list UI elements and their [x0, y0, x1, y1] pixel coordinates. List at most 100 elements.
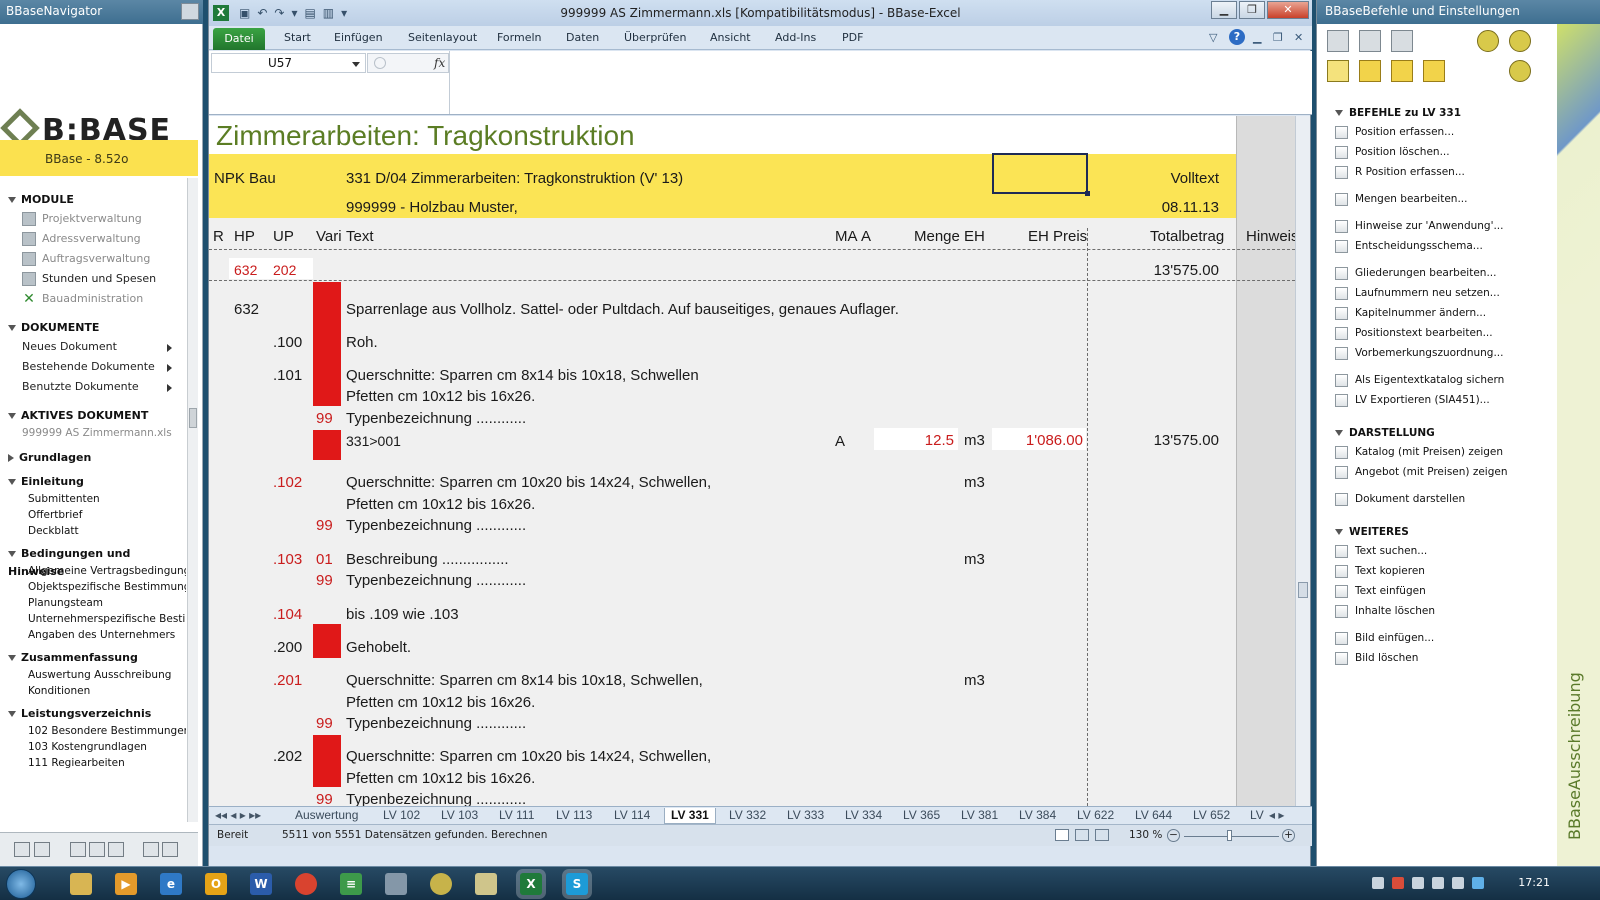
sheet-tab[interactable]: LV 622: [1077, 808, 1114, 824]
cmd-vorbemerkung[interactable]: Vorbemerkungszuordnung...: [1317, 343, 1557, 363]
tab-addins[interactable]: Add-Ins: [775, 31, 816, 44]
nav-item-adressverwaltung[interactable]: Adressverwaltung: [0, 229, 186, 249]
sheet-tab-auswertung[interactable]: Auswertung: [295, 808, 358, 824]
cmd-katalog-zeigen[interactable]: Katalog (mit Preisen) zeigen: [1317, 442, 1557, 462]
nav-item-stunden-spesen[interactable]: Stunden und Spesen: [0, 269, 186, 289]
tab-formeln[interactable]: Formeln: [497, 31, 542, 44]
section-grundlagen[interactable]: Grundlagen: [0, 449, 186, 467]
tab-pdf[interactable]: PDF: [842, 31, 863, 44]
cmd-dokument-darstellen[interactable]: Dokument darstellen: [1317, 489, 1557, 509]
start-button[interactable]: [6, 869, 36, 899]
nav-sub-item[interactable]: 111 Regiearbeiten: [0, 755, 186, 771]
sheet-tab[interactable]: LV 113: [556, 808, 592, 824]
print-icon[interactable]: [1359, 30, 1381, 52]
cmd-text-kopieren[interactable]: Text kopieren: [1317, 561, 1557, 581]
nav-item-neues-dokument[interactable]: Neues Dokument: [0, 337, 186, 357]
maximize-button[interactable]: ❐: [1239, 1, 1265, 19]
note-icon[interactable]: [1359, 60, 1381, 82]
skype-icon[interactable]: S: [566, 873, 588, 895]
minimize-button[interactable]: ▁: [1211, 1, 1237, 19]
page-layout-view-icon[interactable]: [1075, 829, 1089, 841]
section-aktives-dokument[interactable]: AKTIVES DOKUMENT: [0, 407, 186, 425]
cmd-bild-einfuegen[interactable]: Bild einfügen...: [1317, 628, 1557, 648]
section-bedingungen[interactable]: Bedingungen und Hinweise: [0, 545, 186, 578]
nav-sub-item[interactable]: Auswertung Ausschreibung: [0, 667, 186, 683]
navigator-close-button[interactable]: [181, 3, 199, 20]
sheet-tab[interactable]: LV 102: [383, 808, 420, 824]
zoom-slider-thumb[interactable]: [1227, 830, 1232, 841]
doc-close-icon[interactable]: ✕: [1294, 31, 1303, 44]
nav-sub-item[interactable]: Objektspezifische Bestimmung: [0, 579, 186, 595]
spreadsheet-area[interactable]: Zimmerarbeiten: Tragkonstruktion NPK Bau…: [209, 116, 1295, 806]
view-columns-icon[interactable]: [89, 842, 105, 857]
sheet-tab[interactable]: LV 381: [961, 808, 998, 824]
name-box[interactable]: U57: [211, 53, 366, 73]
section-dokumente[interactable]: DOKUMENTE: [0, 319, 186, 337]
tab-datei[interactable]: Datei: [213, 28, 265, 50]
nav-sub-item[interactable]: Planungsteam: [0, 595, 186, 611]
cmd-laufnummern[interactable]: Laufnummern neu setzen...: [1317, 283, 1557, 303]
word-icon[interactable]: W: [250, 873, 272, 895]
view-single-icon[interactable]: [108, 842, 124, 857]
app-icon[interactable]: [475, 873, 497, 895]
advanced-gear-icon[interactable]: [1509, 60, 1531, 82]
sheet-tab[interactable]: LV 114: [614, 808, 650, 824]
section-darstellung[interactable]: DARSTELLUNG: [1317, 424, 1557, 442]
section-einleitung[interactable]: Einleitung: [0, 473, 186, 491]
sheet-tab[interactable]: LV 103: [441, 808, 478, 824]
tab-einfuegen[interactable]: Einfügen: [334, 31, 383, 44]
tray-volume-icon[interactable]: [1452, 877, 1464, 889]
sheet-tab[interactable]: LV: [1250, 808, 1264, 824]
sheet-tab[interactable]: LV 333: [787, 808, 824, 824]
tools-icon[interactable]: [1327, 60, 1349, 82]
tray-flag-icon[interactable]: [1392, 877, 1404, 889]
section-befehle[interactable]: BEFEHLE zu LV 331: [1317, 104, 1557, 122]
view-list-icon[interactable]: [34, 842, 50, 857]
nav-sub-item[interactable]: Unternehmerspezifische Bestin: [0, 611, 186, 627]
close-button[interactable]: ✕: [1267, 1, 1309, 19]
zoom-in-icon[interactable]: +: [1282, 829, 1295, 842]
tab-daten[interactable]: Daten: [566, 31, 599, 44]
sheet-tab[interactable]: LV 365: [903, 808, 940, 824]
view-split-icon[interactable]: [70, 842, 86, 857]
tool-icon[interactable]: [143, 842, 159, 857]
view-grid-icon[interactable]: [14, 842, 30, 857]
cmd-eigentextkatalog[interactable]: Als Eigentextkatalog sichern: [1317, 370, 1557, 390]
tab-start[interactable]: Start: [284, 31, 311, 44]
tray-app-icon[interactable]: [1472, 877, 1484, 889]
cmd-kapitelnummer[interactable]: Kapitelnummer ändern...: [1317, 303, 1557, 323]
tray-device-icon[interactable]: [1412, 877, 1424, 889]
tab-scroll-icon[interactable]: ◂ ▸: [1269, 808, 1284, 824]
gear-app-icon[interactable]: [430, 873, 452, 895]
tray-network-icon[interactable]: [1432, 877, 1444, 889]
help-icon[interactable]: ?: [1229, 29, 1245, 45]
nav-sub-item[interactable]: Konditionen: [0, 683, 186, 699]
doc-restore-icon[interactable]: ❐: [1273, 31, 1283, 44]
cmd-hinweise[interactable]: Hinweise zur 'Anwendung'...: [1317, 216, 1557, 236]
explorer-icon[interactable]: [70, 873, 92, 895]
sheet-tab[interactable]: LV 652: [1193, 808, 1230, 824]
page-break-view-icon[interactable]: [1095, 829, 1109, 841]
cmd-lv-exportieren[interactable]: LV Exportieren (SIA451)...: [1317, 390, 1557, 410]
scroll-thumb[interactable]: [189, 408, 197, 428]
media-player-icon[interactable]: ▶: [115, 873, 137, 895]
nav-item-bestehende-dokumente[interactable]: Bestehende Dokumente: [0, 357, 186, 377]
section-module[interactable]: MODULE: [0, 191, 186, 209]
nav-sub-item[interactable]: Allgemeine Vertragsbedingung: [0, 563, 186, 579]
doc-minimize-icon[interactable]: ▁: [1253, 31, 1261, 44]
nav-item-auftragsverwaltung[interactable]: Auftragsverwaltung: [0, 249, 186, 269]
sheet-tab-active[interactable]: LV 331: [664, 808, 716, 824]
cmd-text-einfuegen[interactable]: Text einfügen: [1317, 581, 1557, 601]
zoom-level[interactable]: 130 %: [1129, 829, 1162, 841]
cmd-position-erfassen[interactable]: Position erfassen...: [1317, 122, 1557, 142]
cmd-position-loeschen[interactable]: Position löschen...: [1317, 142, 1557, 162]
nav-sub-item[interactable]: 103 Kostengrundlagen: [0, 739, 186, 755]
selected-cell[interactable]: [992, 153, 1090, 196]
cmd-mengen-bearbeiten[interactable]: Mengen bearbeiten...: [1317, 189, 1557, 209]
cmd-bild-loeschen[interactable]: Bild löschen: [1317, 648, 1557, 668]
excel-taskbar-icon[interactable]: X: [520, 873, 542, 895]
cmd-r-position-erfassen[interactable]: R Position erfassen...: [1317, 162, 1557, 182]
sheet-tab[interactable]: LV 111: [499, 808, 534, 824]
section-zusammenfassung[interactable]: Zusammenfassung: [0, 649, 186, 667]
nav-sub-offertbrief[interactable]: Offertbrief: [0, 507, 186, 523]
